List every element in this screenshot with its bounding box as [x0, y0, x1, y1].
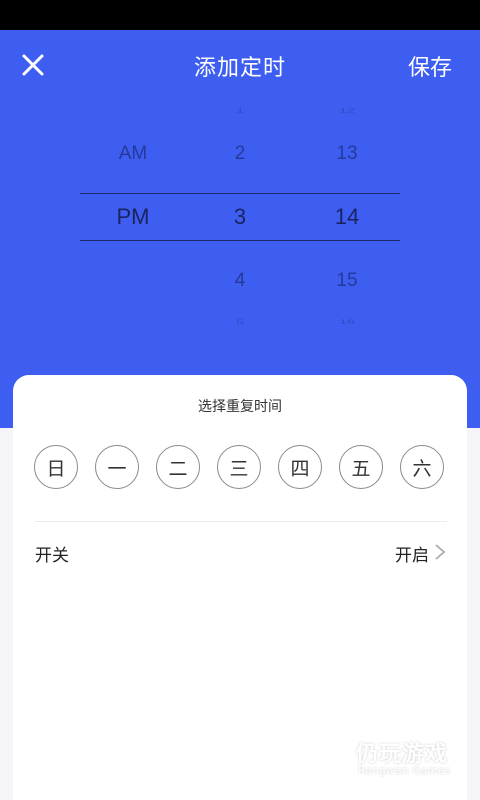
- minute-option-faint-below[interactable]: 16: [287, 318, 407, 325]
- divider: [35, 521, 447, 522]
- hour-option-above[interactable]: 2: [180, 143, 300, 165]
- minute-column[interactable]: 12 13 14 15 16: [287, 100, 407, 350]
- switch-value: 开启: [395, 546, 429, 566]
- ampm-option-selected[interactable]: PM: [73, 204, 193, 230]
- watermark: 仍玩游戏 Rengwan Games: [300, 730, 470, 790]
- hour-option-selected[interactable]: 3: [180, 204, 300, 230]
- switch-row[interactable]: 开关 开启: [35, 535, 447, 569]
- hour-option-faint-below[interactable]: 5: [180, 318, 300, 325]
- watermark-sub: Rengwan Games: [358, 764, 451, 777]
- minute-option-above[interactable]: 13: [287, 143, 407, 165]
- day-button-thu[interactable]: 四: [278, 445, 322, 489]
- status-bar: [0, 0, 480, 30]
- save-button[interactable]: 保存: [408, 50, 452, 82]
- hour-option-faint-above[interactable]: 1: [180, 106, 300, 113]
- minute-option-below[interactable]: 15: [287, 270, 407, 292]
- day-button-tue[interactable]: 二: [156, 445, 200, 489]
- header: 添加定时 保存: [0, 30, 480, 102]
- ampm-column[interactable]: AM PM: [73, 100, 193, 350]
- weekday-selector: 日 一 二 三 四 五 六: [34, 445, 448, 491]
- minute-option-faint-above[interactable]: 12: [287, 106, 407, 113]
- day-button-fri[interactable]: 五: [339, 445, 383, 489]
- chevron-right-icon: [435, 544, 446, 560]
- day-button-sun[interactable]: 日: [34, 445, 78, 489]
- hour-column[interactable]: 1 2 3 4 5: [180, 100, 300, 350]
- minute-option-selected[interactable]: 14: [287, 204, 407, 230]
- day-button-sat[interactable]: 六: [400, 445, 444, 489]
- day-button-mon[interactable]: 一: [95, 445, 139, 489]
- switch-label: 开关: [35, 546, 69, 566]
- time-picker[interactable]: AM PM 1 2 3 4 5 12 13 14 15 16: [0, 100, 480, 350]
- repeat-title: 选择重复时间: [198, 399, 282, 415]
- day-button-wed[interactable]: 三: [217, 445, 261, 489]
- ampm-option-above[interactable]: AM: [73, 143, 193, 165]
- brand-logo-icon: [302, 736, 350, 774]
- hour-option-below[interactable]: 4: [180, 270, 300, 292]
